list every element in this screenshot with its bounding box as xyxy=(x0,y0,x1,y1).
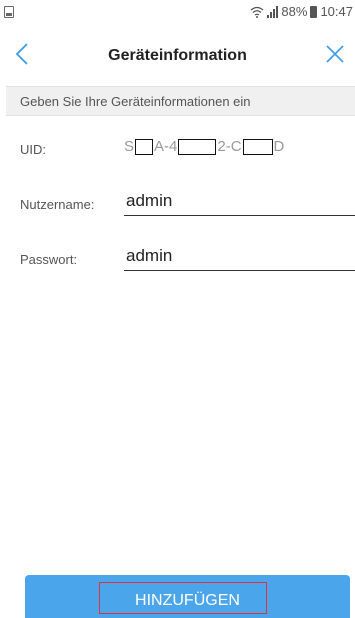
instruction-banner: Geben Sie Ihre Geräteinformationen ein xyxy=(6,86,355,116)
uid-value: S A-4 2-C D xyxy=(124,138,284,155)
redaction-box xyxy=(135,138,154,155)
instruction-text: Geben Sie Ihre Geräteinformationen ein xyxy=(20,94,251,109)
signal-icon xyxy=(267,5,279,18)
header-bar: Geräteinformation xyxy=(0,30,355,78)
uid-segment: S xyxy=(124,138,135,155)
password-field-container xyxy=(124,243,355,271)
status-indicators: 88% 10:47 xyxy=(250,4,353,19)
username-label: Nutzername: xyxy=(20,197,95,212)
uid-label: UID: xyxy=(20,142,46,157)
username-input[interactable] xyxy=(124,188,355,214)
clock: 10:47 xyxy=(320,4,353,19)
uid-segment: 2-C xyxy=(217,138,242,155)
battery-icon xyxy=(310,5,318,18)
close-button[interactable] xyxy=(323,42,347,66)
add-button[interactable]: HINZUFÜGEN xyxy=(25,575,350,618)
uid-segment: D xyxy=(273,138,285,155)
add-button-label: HINZUFÜGEN xyxy=(135,592,240,609)
wifi-icon xyxy=(250,6,264,18)
page-title: Geräteinformation xyxy=(108,47,247,64)
notification-icon xyxy=(4,6,14,18)
username-field-container xyxy=(124,188,355,216)
status-bar: 88% 10:47 xyxy=(0,0,355,24)
close-icon xyxy=(326,45,344,63)
password-input[interactable] xyxy=(124,243,355,269)
battery-percent: 88% xyxy=(281,4,308,19)
redaction-box xyxy=(242,138,273,155)
password-label: Passwort: xyxy=(20,252,78,267)
uid-segment: A-4 xyxy=(154,138,178,155)
redaction-box xyxy=(178,138,217,155)
